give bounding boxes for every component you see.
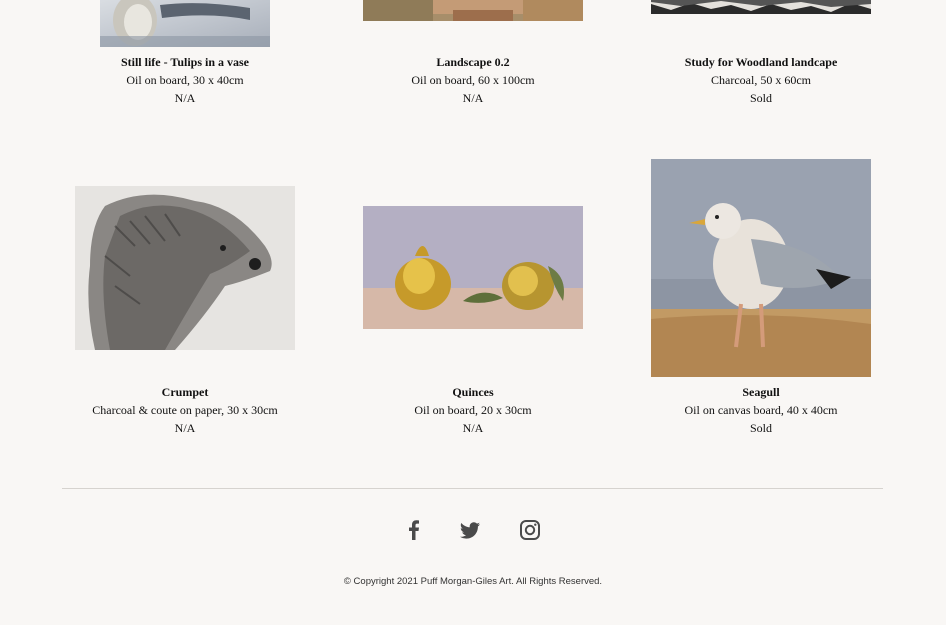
artwork-caption: Quinces Oil on board, 20 x 30cm N/A — [343, 383, 603, 437]
artwork-status: N/A — [462, 91, 484, 105]
artwork-image-tulips[interactable] — [100, 0, 270, 47]
artwork-medium: Oil on board, 30 x 40cm — [126, 73, 244, 87]
artwork-medium: Charcoal, 50 x 60cm — [711, 73, 811, 87]
artwork-title[interactable]: Seagull — [631, 383, 891, 401]
artwork-medium: Oil on canvas board, 40 x 40cm — [684, 403, 838, 417]
artwork-medium: Oil on board, 20 x 30cm — [414, 403, 532, 417]
artwork-caption: Still life - Tulips in a vase Oil on boa… — [55, 53, 315, 107]
artwork-status: N/A — [462, 421, 484, 435]
artwork-title[interactable]: Still life - Tulips in a vase — [55, 53, 315, 71]
artwork-status: Sold — [749, 421, 772, 435]
artwork-caption: Study for Woodland landcape Charcoal, 50… — [631, 53, 891, 107]
artwork-status: Sold — [749, 91, 772, 105]
footer-divider — [62, 488, 883, 489]
artwork-image-crumpet[interactable] — [75, 186, 295, 350]
artwork-image-woodland[interactable] — [651, 0, 871, 14]
artwork-caption: Landscape 0.2 Oil on board, 60 x 100cm N… — [343, 53, 603, 107]
artwork-title[interactable]: Landscape 0.2 — [343, 53, 603, 71]
artwork-medium: Charcoal & coute on paper, 30 x 30cm — [92, 403, 278, 417]
artwork-image-seagull[interactable] — [651, 159, 871, 377]
artwork-medium: Oil on board, 60 x 100cm — [411, 73, 535, 87]
artwork-image-quinces[interactable] — [363, 206, 583, 329]
footer-copyright: © Copyright 2021 Puff Morgan-Giles Art. … — [343, 576, 603, 587]
artwork-title[interactable]: Study for Woodland landcape — [631, 53, 891, 71]
twitter-icon[interactable] — [458, 518, 482, 542]
instagram-icon[interactable] — [518, 518, 542, 542]
artwork-image-landscape[interactable] — [363, 0, 583, 21]
artwork-title[interactable]: Crumpet — [55, 383, 315, 401]
artwork-status: N/A — [174, 421, 196, 435]
facebook-icon[interactable] — [402, 518, 426, 542]
artwork-caption: Crumpet Charcoal & coute on paper, 30 x … — [55, 383, 315, 437]
artwork-caption: Seagull Oil on canvas board, 40 x 40cm S… — [631, 383, 891, 437]
artwork-status: N/A — [174, 91, 196, 105]
artwork-title[interactable]: Quinces — [343, 383, 603, 401]
